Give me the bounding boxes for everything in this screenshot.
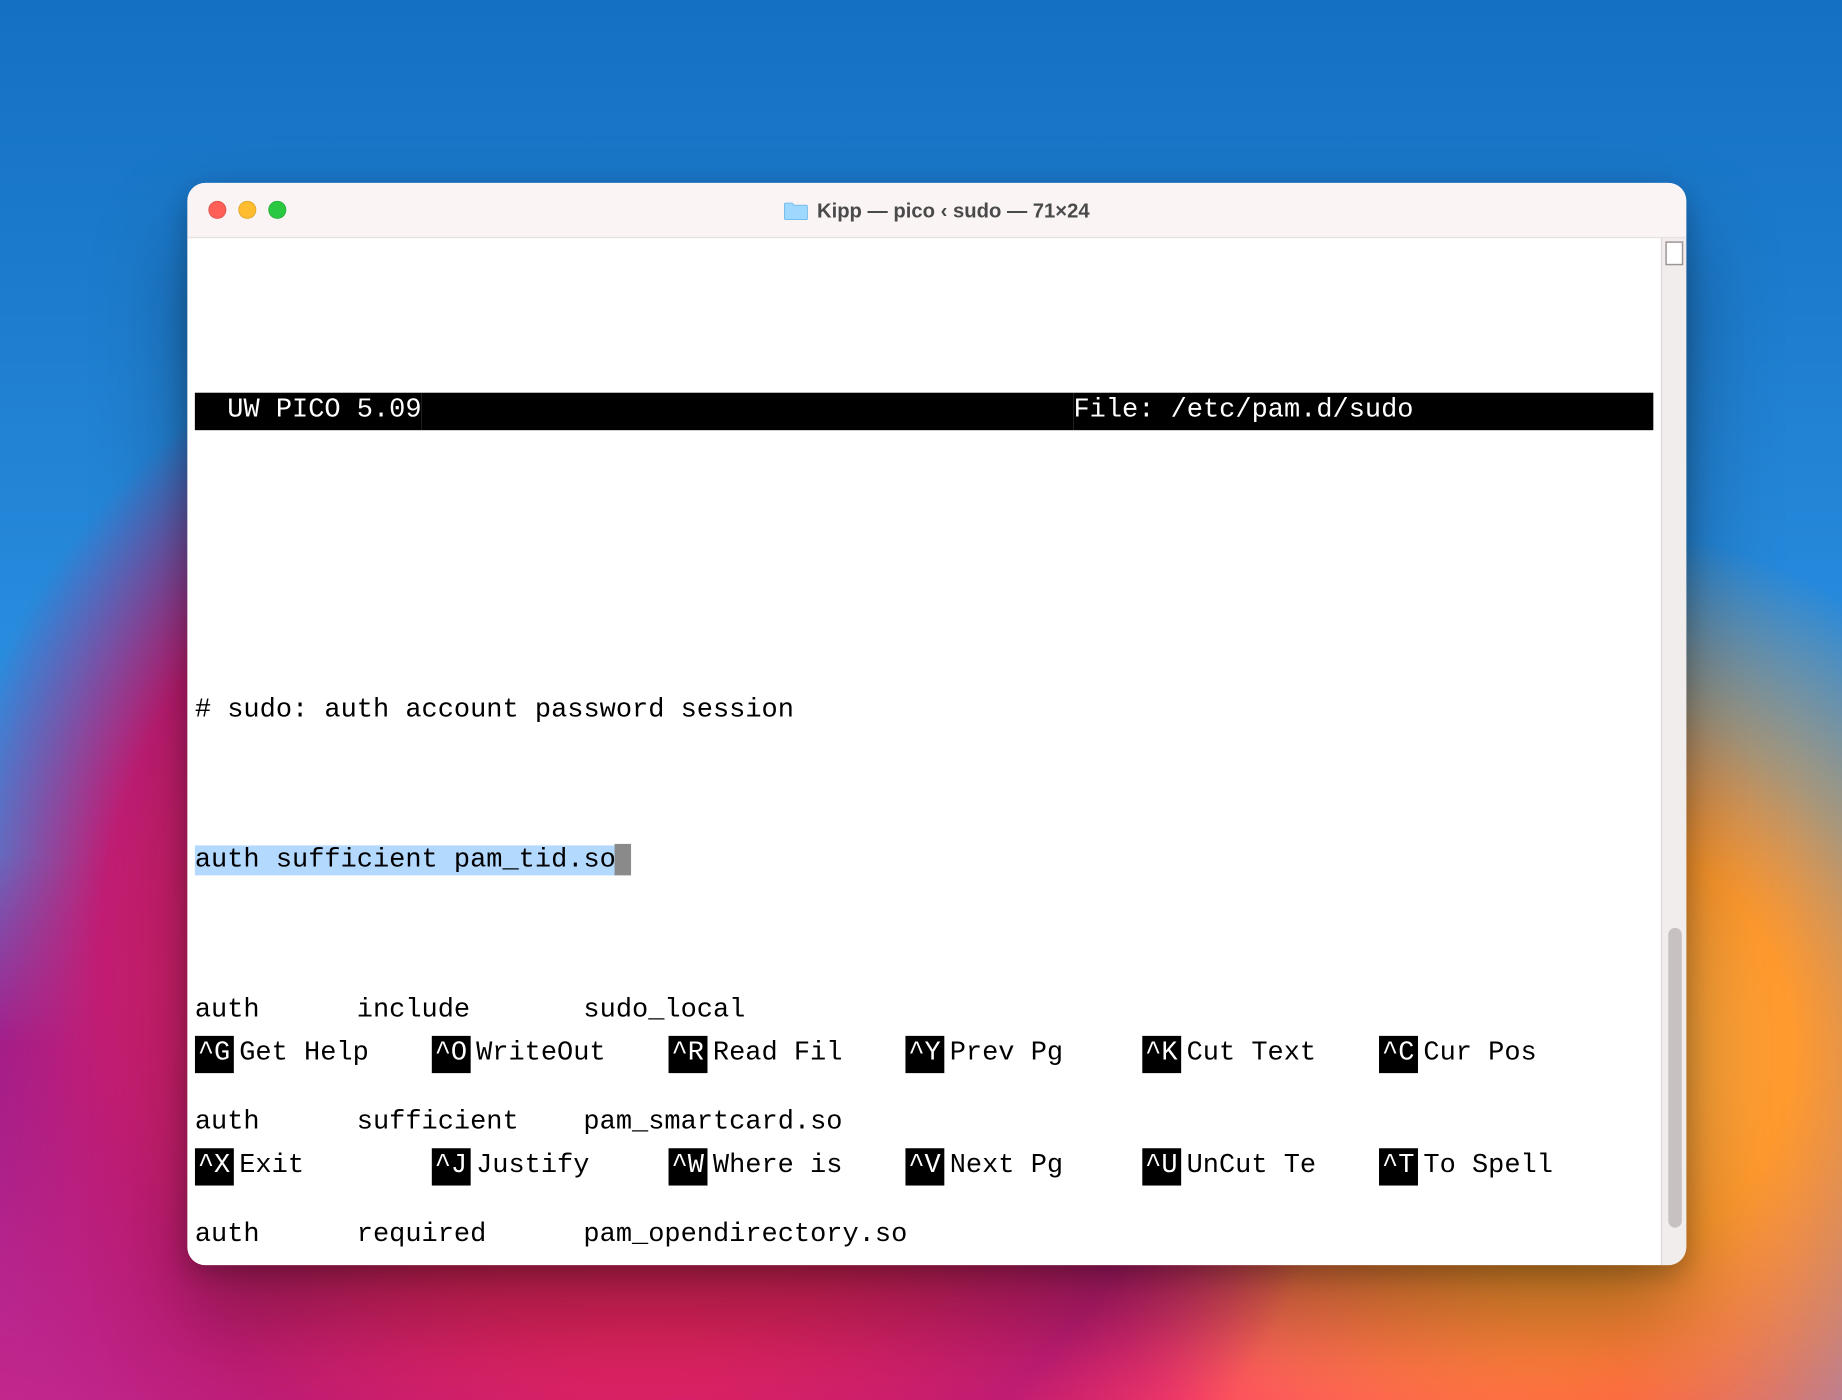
vertical-scrollbar[interactable] [1661,238,1686,1265]
terminal-window: Kipp — pico ‹ sudo — 71×24 UW PICO 5.09 … [187,183,1686,1265]
menu-where-is[interactable]: ^WWhere is [669,1148,906,1185]
menu-exit[interactable]: ^XExit [195,1148,432,1185]
file-line-highlighted: auth sufficient pam_tid.so [195,842,1653,879]
menu-next-pg[interactable]: ^VNext Pg [905,1148,1142,1185]
pico-header-bar: UW PICO 5.09 File: /etc/pam.d/sudo [195,393,1653,430]
menu-writeout[interactable]: ^OWriteOut [432,1036,669,1073]
scroll-thumb[interactable] [1668,928,1681,1228]
pico-file-label: File: /etc/pam.d/sudo [1073,396,1413,426]
menu-cut-text[interactable]: ^KCut Text [1142,1036,1379,1073]
terminal-viewport[interactable]: UW PICO 5.09 File: /etc/pam.d/sudo # sud… [187,238,1660,1265]
menu-justify[interactable]: ^JJustify [432,1148,669,1185]
menu-uncut[interactable]: ^UUnCut Te [1142,1148,1379,1185]
window-traffic-lights [187,201,286,219]
menu-read-file[interactable]: ^RRead Fil [669,1036,906,1073]
menu-to-spell[interactable]: ^TTo Spell [1379,1148,1616,1185]
close-button[interactable] [208,201,226,219]
window-titlebar: Kipp — pico ‹ sudo — 71×24 [187,183,1686,238]
window-title: Kipp — pico ‹ sudo — 71×24 [817,199,1090,221]
scroll-indicator-icon [1665,241,1683,265]
text-cursor [614,844,630,875]
file-line-comment: # sudo: auth account password session [195,693,1653,730]
maximize-button[interactable] [268,201,286,219]
menu-cur-pos[interactable]: ^CCur Pos [1379,1036,1616,1073]
menu-get-help[interactable]: ^GGet Help [195,1036,432,1073]
minimize-button[interactable] [238,201,256,219]
folder-icon [784,200,808,219]
menu-prev-pg[interactable]: ^YPrev Pg [905,1036,1142,1073]
pico-app-name: UW PICO 5.09 [227,396,421,426]
pico-shortcut-menu: ^GGet Help ^OWriteOut ^RRead Fil ^YPrev … [195,961,1653,1261]
